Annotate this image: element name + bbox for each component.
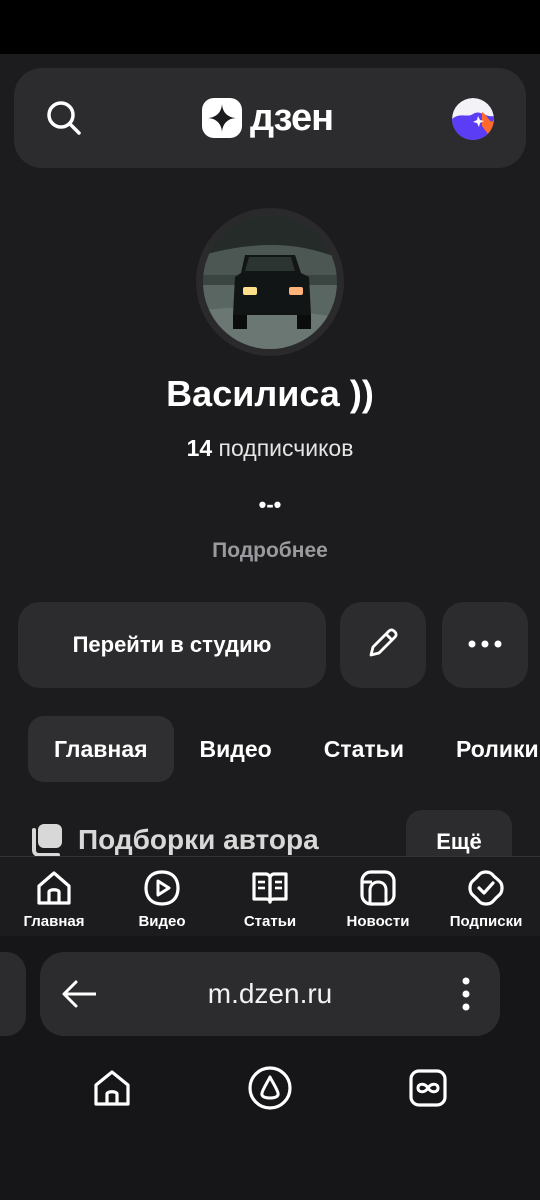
nav-item-subscriptions[interactable]: Подписки: [432, 857, 540, 936]
subscribers-count: 14 подписчиков: [0, 432, 540, 464]
screen: дзен Василиса)) 14 подписчиков •-• Подр…: [0, 54, 540, 1200]
nav-label-home: Главная: [23, 913, 85, 930]
assistant-icon[interactable]: [242, 1060, 298, 1116]
news-icon: [357, 867, 399, 909]
nav-item-video[interactable]: Видео: [108, 857, 216, 936]
articles-icon: [249, 867, 291, 909]
tab-shorts[interactable]: Ролики: [430, 716, 540, 782]
profile-description: •-•: [258, 492, 282, 517]
more-details-link[interactable]: Подробнее: [0, 536, 540, 566]
profile-avatar: [196, 208, 344, 356]
section-title: Подборки автора: [78, 824, 319, 855]
nav-item-home[interactable]: Главная: [0, 857, 108, 936]
video-icon: [141, 867, 183, 909]
logo-text: дзен: [250, 97, 334, 139]
content-tabs: Главная Видео Статьи Ролики: [28, 716, 540, 782]
user-avatar[interactable]: [452, 98, 494, 140]
collections-icon: [28, 822, 64, 858]
more-options-button[interactable]: [442, 602, 528, 688]
nav-label-subscriptions: Подписки: [449, 913, 523, 930]
edit-button[interactable]: [340, 602, 426, 688]
search-icon[interactable]: [42, 96, 86, 140]
profile-name: Василиса )): [166, 373, 374, 414]
dzen-logo[interactable]: дзен: [202, 96, 334, 140]
browser-home-icon[interactable]: [84, 1060, 140, 1116]
tab-articles[interactable]: Статьи: [298, 716, 430, 782]
go-to-studio-button[interactable]: Перейти в студию: [18, 602, 326, 688]
tab-video[interactable]: Видео: [174, 716, 298, 782]
home-icon: [33, 867, 75, 909]
subscribers-label: подписчиков: [218, 435, 354, 461]
address-bar[interactable]: m.dzen.ru: [40, 952, 500, 1036]
subscriptions-icon: [465, 867, 507, 909]
dzen-star-icon: [202, 98, 242, 138]
pencil-icon: [365, 625, 401, 666]
nav-item-articles[interactable]: Статьи: [216, 857, 324, 936]
nav-label-news: Новости: [346, 913, 410, 930]
subscribers-number: 14: [186, 435, 213, 461]
nav-item-news[interactable]: Новости: [324, 857, 432, 936]
app-bottom-nav: Главная Видео Статьи Новости Подписки: [0, 856, 540, 936]
profile-photo: [203, 215, 337, 349]
nav-label-articles: Статьи: [243, 913, 297, 930]
url-text[interactable]: m.dzen.ru: [40, 952, 500, 1036]
top-header: дзен: [14, 68, 526, 168]
browser-menu-icon[interactable]: [458, 974, 474, 1014]
more-horizontal-icon: [467, 636, 503, 654]
browser-chrome: m.dzen.ru: [0, 936, 540, 1200]
previous-tab-peek[interactable]: [0, 952, 26, 1036]
nav-label-video: Видео: [138, 913, 186, 930]
tabs-switcher-icon[interactable]: [400, 1060, 456, 1116]
tab-main[interactable]: Главная: [28, 716, 174, 782]
